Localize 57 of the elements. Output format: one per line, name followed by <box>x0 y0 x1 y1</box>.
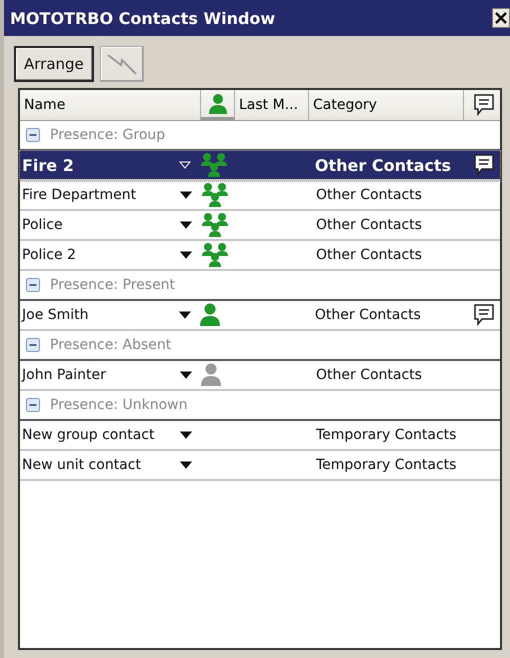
column-header[interactable]: Last M... <box>235 90 309 120</box>
close-icon <box>495 12 507 24</box>
contact-name: New group contact <box>21 427 156 443</box>
group-people-icon <box>200 212 230 238</box>
contact-name: Joe Smith <box>20 307 90 323</box>
contact-name: Police <box>21 217 64 233</box>
group-header: Presence: Unknown <box>50 397 188 413</box>
contact-row[interactable]: Fire Department Other Contacts <box>20 181 500 211</box>
group-people-icon <box>199 152 230 178</box>
category-text: Other Contacts <box>314 156 452 174</box>
collapse-toggle-icon[interactable] <box>26 398 40 412</box>
group-header: Presence: Present <box>50 277 176 293</box>
category-text: Other Contacts <box>316 187 423 203</box>
collapse-toggle-icon[interactable] <box>26 338 40 352</box>
collapse-toggle-icon[interactable] <box>26 278 40 292</box>
presence-column-header[interactable] <box>201 90 235 120</box>
person-icon <box>199 303 222 327</box>
contact-row[interactable]: Joe Smith Other Contacts <box>20 301 500 331</box>
dropdown-caret-icon[interactable] <box>180 221 192 229</box>
group-header: Presence: Absent <box>50 337 172 353</box>
dropdown-caret-icon[interactable] <box>180 371 192 379</box>
speech-bubble-icon[interactable] <box>472 153 496 177</box>
arrange-button[interactable]: Arrange <box>14 46 94 82</box>
contact-name: Police 2 <box>21 247 77 263</box>
category-text: Temporary Contacts <box>316 457 458 473</box>
group-people-icon <box>200 182 230 208</box>
contact-name: New unit contact <box>21 457 142 473</box>
window-title: MOTOTRBO Contacts Window <box>10 8 276 28</box>
contact-row[interactable]: Police 2 Other Contacts <box>20 241 500 271</box>
dropdown-caret-icon[interactable] <box>180 191 192 199</box>
contact-row[interactable]: New unit contact Temporary Contacts <box>20 451 500 481</box>
group-header: Presence: Group <box>50 127 166 143</box>
category-text: Other Contacts <box>316 247 423 263</box>
speech-bubble-icon <box>472 93 496 117</box>
category-text: Temporary Contacts <box>316 427 458 443</box>
dropdown-caret-icon[interactable] <box>180 251 192 259</box>
category-text: Other Contacts <box>316 367 423 383</box>
group-people-icon <box>200 242 230 268</box>
person-icon <box>208 92 228 114</box>
contact-row[interactable]: John Painter Other Contacts <box>20 361 500 391</box>
column-header[interactable]: Category <box>309 90 464 120</box>
contact-row[interactable]: New group contact Temporary Contacts <box>20 421 500 451</box>
dropdown-caret-icon[interactable] <box>180 461 192 469</box>
contact-row[interactable]: Police Other Contacts <box>20 211 500 241</box>
speech-bubble-icon[interactable] <box>472 303 496 327</box>
dropdown-caret-icon[interactable] <box>179 311 192 319</box>
category-text: Other Contacts <box>314 307 422 323</box>
dropdown-caret-icon[interactable] <box>180 431 192 439</box>
contact-name: John Painter <box>20 367 107 383</box>
contact-row[interactable]: Fire 2 Other Contacts <box>20 151 500 181</box>
contact-name: Fire 2 <box>21 156 75 174</box>
category-text: Other Contacts <box>316 217 423 233</box>
close-button[interactable] <box>492 8 510 28</box>
collapse-toggle-icon[interactable] <box>26 128 40 142</box>
column-header[interactable]: Name <box>20 90 201 120</box>
person-icon <box>200 363 222 387</box>
contact-name: Fire Department <box>21 187 138 203</box>
